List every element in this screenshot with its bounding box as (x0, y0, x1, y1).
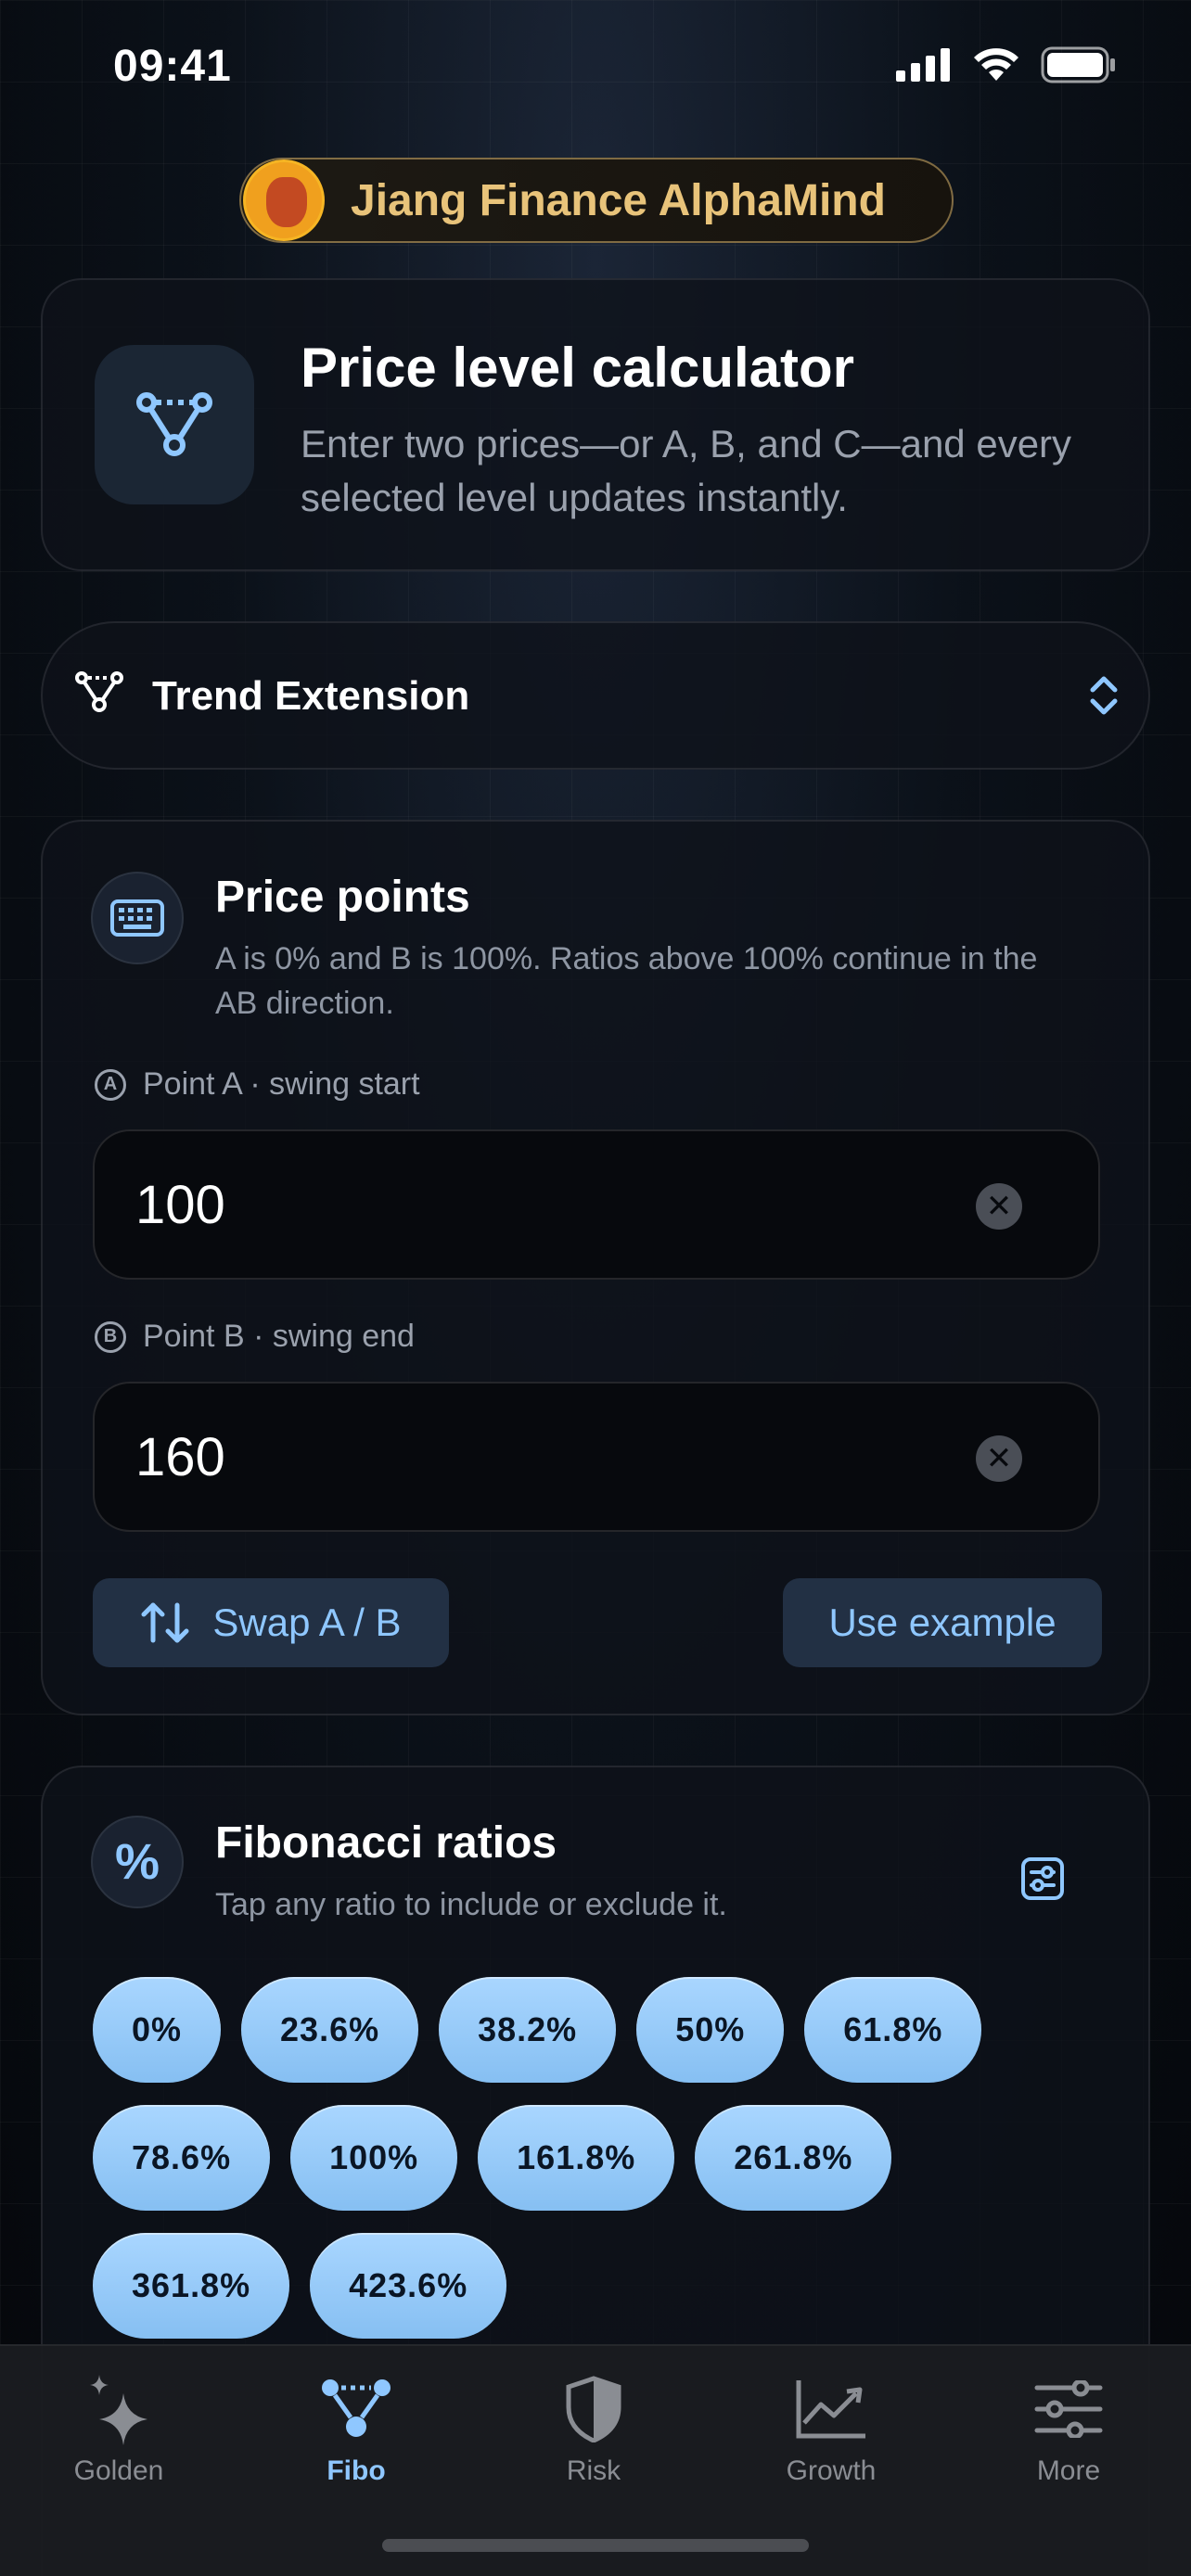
ratio-row: 78.6% 100% 161.8% 261.8% (93, 2105, 1113, 2211)
use-example-label: Use example (828, 1600, 1057, 1644)
trend-extension-icon (75, 671, 123, 712)
tab-fibo-label: Fibo (327, 2455, 386, 2486)
chevron-up-down-icon (1090, 676, 1118, 715)
ratio-chip[interactable]: 161.8% (478, 2105, 675, 2211)
hero-icon (95, 345, 254, 504)
tab-more[interactable]: More (950, 2346, 1187, 2522)
clear-a-icon[interactable]: ✕ (976, 1183, 1022, 1230)
ratio-chip[interactable]: 261.8% (695, 2105, 892, 2211)
clear-b-icon[interactable]: ✕ (976, 1435, 1022, 1482)
letter-b-icon: B (95, 1320, 126, 1353)
tab-more-label: More (1036, 2455, 1101, 2486)
mode-label: Trend Extension (152, 673, 470, 719)
wifi-icon (974, 48, 1018, 81)
ratio-chip[interactable]: 0% (93, 1977, 222, 2083)
status-icons (896, 46, 1117, 83)
ratio-chips: 0% 23.6% 38.2% 50% 61.8% 78.6% 100% 161.… (93, 1977, 1113, 2361)
price-points-card: Price points A is 0% and B is 100%. Rati… (41, 820, 1150, 1715)
home-indicator (382, 2539, 809, 2552)
header-card: Price level calculator Enter two prices—… (41, 278, 1150, 571)
letter-a-icon: A (95, 1068, 126, 1101)
battery-icon (1041, 46, 1115, 83)
fibo-nodes-icon (322, 2379, 391, 2437)
tab-golden[interactable]: Golden (0, 2346, 237, 2522)
tab-fibo[interactable]: Fibo (237, 2346, 475, 2522)
ratio-chip[interactable]: 50% (636, 1977, 785, 2083)
brand-pill: Jiang Finance AlphaMind (239, 158, 954, 243)
sparkles-icon (90, 2375, 147, 2445)
tab-growth-label: Growth (786, 2455, 877, 2486)
tab-risk[interactable]: Risk (475, 2346, 712, 2522)
percent-icon: % (91, 1816, 184, 1908)
status-time: 09:41 (113, 42, 232, 91)
tab-golden-label: Golden (73, 2455, 164, 2486)
point-b-field[interactable]: ✕ (93, 1382, 1100, 1532)
ratio-chip[interactable]: 361.8% (93, 2233, 290, 2339)
sliders-icon (1034, 2380, 1103, 2438)
shield-icon (566, 2376, 621, 2442)
chart-line-icon (796, 2380, 865, 2439)
price-points-subtitle: A is 0% and B is 100%. Ratios above 100%… (215, 941, 1038, 1021)
ratio-row: 0% 23.6% 38.2% 50% 61.8% (93, 1977, 1113, 2083)
point-b-label: B Point B · swing end (95, 1319, 415, 1355)
keyboard-icon (110, 899, 164, 937)
page-subtitle: Enter two prices—or A, B, and C—and ever… (301, 422, 1072, 519)
swap-button-label: Swap A / B (212, 1600, 402, 1644)
swap-arrows-icon (141, 1602, 189, 1643)
ratio-chip[interactable]: 78.6% (93, 2105, 271, 2211)
ratio-chip[interactable]: 423.6% (310, 2233, 507, 2339)
tab-growth[interactable]: Growth (712, 2346, 950, 2522)
ratio-chip[interactable]: 100% (290, 2105, 458, 2211)
point-a-input[interactable] (135, 1131, 970, 1278)
ratio-chip[interactable]: 38.2% (439, 1977, 617, 2083)
use-example-button[interactable]: Use example (783, 1578, 1102, 1667)
brand-title: Jiang Finance AlphaMind (351, 175, 886, 225)
tab-risk-label: Risk (566, 2455, 621, 2486)
point-a-label: A Point A · swing start (95, 1066, 420, 1103)
ratio-settings-icon[interactable] (1020, 1856, 1065, 1901)
ratio-chip[interactable]: 23.6% (241, 1977, 419, 2083)
ratio-chip[interactable]: 61.8% (804, 1977, 982, 2083)
mode-selector[interactable]: Trend Extension (41, 621, 1150, 770)
fibonacci-ratios-subtitle: Tap any ratio to include or exclude it. (215, 1887, 727, 1922)
status-bar: 09:41 (0, 0, 1191, 139)
keyboard-icon-wrap (91, 872, 184, 964)
point-b-label-text: Point B · swing end (143, 1319, 415, 1354)
cellular-signal-icon (896, 48, 950, 82)
fibo-nodes-icon (136, 392, 212, 456)
brand-avatar (243, 159, 325, 241)
swap-button[interactable]: Swap A / B (93, 1578, 449, 1667)
fibonacci-ratios-title: Fibonacci ratios (215, 1818, 557, 1868)
point-a-field[interactable]: ✕ (93, 1129, 1100, 1280)
page-title: Price level calculator (301, 337, 855, 399)
price-points-title: Price points (215, 873, 470, 922)
ratio-row: 361.8% 423.6% (93, 2233, 1113, 2339)
percent-glyph: % (114, 1834, 160, 1890)
point-b-input[interactable] (135, 1384, 970, 1530)
point-a-label-text: Point A · swing start (143, 1066, 420, 1102)
